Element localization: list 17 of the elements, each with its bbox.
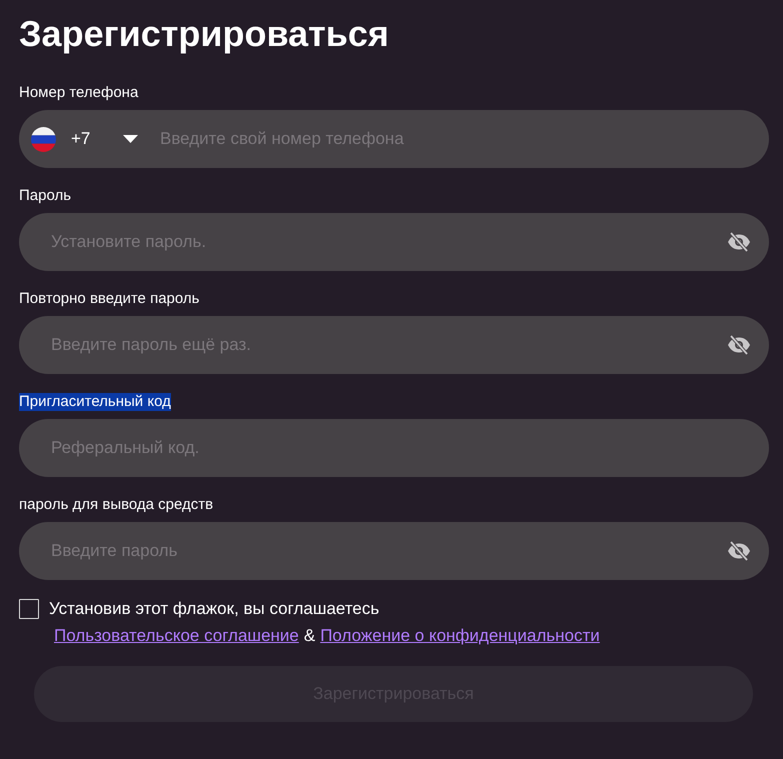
field-label: Пригласительный код (19, 393, 171, 411)
eye-slash-icon[interactable] (727, 335, 751, 355)
eye-slash-icon[interactable] (727, 232, 751, 252)
field-label: пароль для вывода средств (19, 496, 214, 514)
flag-icon[interactable] (31, 126, 56, 152)
agreement-link[interactable]: Положение о конфиденциальности (320, 626, 600, 646)
separator-text: & (304, 626, 316, 646)
field-label: Пароль (19, 187, 72, 205)
checkbox[interactable] (19, 599, 39, 619)
agreement-link[interactable]: Пользовательское соглашение (54, 626, 299, 646)
eye-slash-icon[interactable] (727, 541, 751, 561)
agreement-text: Установив этот флажок, вы соглашаетесь (49, 599, 380, 619)
caret-icon[interactable] (123, 135, 138, 143)
country-code[interactable]: +7 (71, 129, 111, 149)
page-title: Зарегистрироваться (19, 12, 390, 56)
field-label: Номер телефона (19, 84, 138, 102)
field-label: Повторно введите пароль (19, 290, 200, 308)
